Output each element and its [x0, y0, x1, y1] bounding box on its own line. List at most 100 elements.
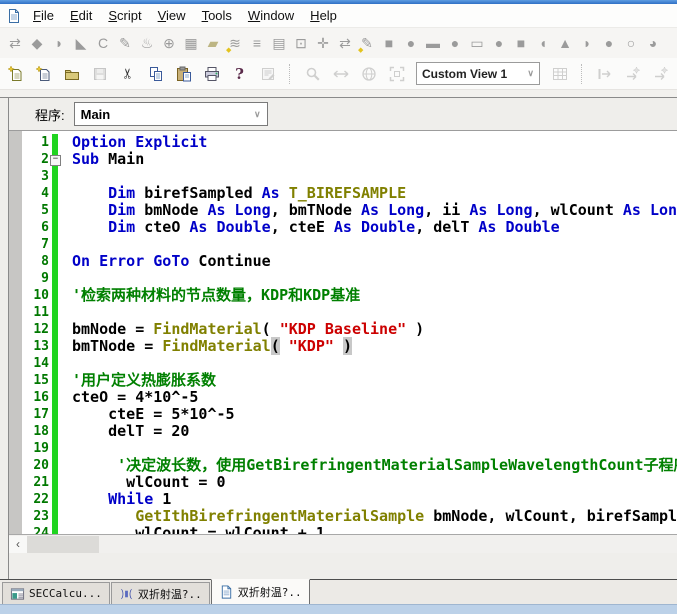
code-line[interactable]: 22 While 1: [22, 491, 677, 508]
source-icon[interactable]: ♨: [136, 31, 158, 55]
menu-tools[interactable]: Tools: [194, 6, 240, 25]
print-button[interactable]: [203, 65, 220, 82]
code-editor[interactable]: 1Option Explicit2−Sub Main34 Dim birefSa…: [9, 130, 677, 534]
copy-button[interactable]: [147, 65, 164, 82]
layers-icon[interactable]: ≡: [246, 31, 268, 55]
ellipsoid-icon[interactable]: ●: [444, 31, 466, 55]
document-tabbar: SECCalcu...双折射温?..双折射温?..: [0, 579, 677, 604]
wheel-icon[interactable]: ⊕: [158, 31, 180, 55]
change-bar: [52, 372, 59, 389]
lens-half-icon[interactable]: ◗: [48, 31, 70, 55]
code-line[interactable]: 16cteO = 4*10^-5: [22, 389, 677, 406]
code-text: [59, 440, 72, 457]
code-line[interactable]: 13bmTNode = FindMaterial( "KDP" ): [22, 338, 677, 355]
code-line[interactable]: 17 cteE = 5*10^-5: [22, 406, 677, 423]
capsule-icon[interactable]: ●: [598, 31, 620, 55]
fold-collapse-icon[interactable]: −: [50, 155, 61, 166]
waves-icon[interactable]: ≋◆: [224, 31, 246, 55]
edit-form-button[interactable]: [259, 65, 276, 82]
save-button[interactable]: [91, 65, 108, 82]
code-line[interactable]: 23 GetIthBirefringentMaterialSample bmNo…: [22, 508, 677, 525]
code-line[interactable]: 9: [22, 270, 677, 287]
menu-file[interactable]: File: [25, 6, 62, 25]
change-bar: [52, 304, 59, 321]
expand-view-button[interactable]: [388, 65, 405, 82]
code-line[interactable]: 8On Error GoTo Continue: [22, 253, 677, 270]
code-line[interactable]: 14: [22, 355, 677, 372]
menu-help[interactable]: Help: [302, 6, 345, 25]
tab-1[interactable]: SECCalcu...: [2, 582, 110, 604]
bar-icon[interactable]: ▬: [422, 31, 444, 55]
notes-icon[interactable]: ▤: [268, 31, 290, 55]
run-to-new2-button[interactable]: [652, 65, 669, 82]
plate-icon[interactable]: ▭: [466, 31, 488, 55]
ellipse-icon[interactable]: ●: [488, 31, 510, 55]
code-line[interactable]: 15'用户定义热膨胀系数: [22, 372, 677, 389]
horizontal-scrollbar[interactable]: ‹: [9, 534, 677, 553]
code-line[interactable]: 24 wlCount = wlCount + 1: [22, 525, 677, 534]
code-line[interactable]: 10'检索两种材料的节点数量，KDP和KDP基准: [22, 287, 677, 304]
plot-icon[interactable]: ⊡: [290, 31, 312, 55]
prism-icon[interactable]: ◣: [70, 31, 92, 55]
code-line[interactable]: 3: [22, 168, 677, 185]
trace-rays-icon[interactable]: ⇄: [4, 31, 26, 55]
menu-edit[interactable]: Edit: [62, 6, 100, 25]
cut-button[interactable]: ✂: [119, 65, 136, 82]
custom-view-combo[interactable]: Custom View 1∨: [416, 62, 540, 85]
code-text: '用户定义热膨胀系数: [59, 372, 216, 389]
globe-button[interactable]: [360, 65, 377, 82]
move-icon[interactable]: ✛: [312, 31, 334, 55]
breakpoint-margin[interactable]: [9, 131, 22, 534]
new-report-button[interactable]: [7, 65, 24, 82]
tab-3[interactable]: 双折射温?..: [211, 579, 310, 604]
menu-view[interactable]: View: [150, 6, 194, 25]
fit-width-button[interactable]: [332, 65, 349, 82]
curve-icon[interactable]: C: [92, 31, 114, 55]
code-line[interactable]: 12bmNode = FindMaterial( "KDP Baseline" …: [22, 321, 677, 338]
change-bar: [52, 491, 59, 508]
menu-window[interactable]: Window: [240, 6, 302, 25]
code-line[interactable]: 1Option Explicit: [22, 134, 677, 151]
slab-icon[interactable]: ▰: [202, 31, 224, 55]
change-bar: [52, 219, 59, 236]
cube-icon[interactable]: ■: [510, 31, 532, 55]
help-button[interactable]: ?: [231, 65, 248, 82]
program-combo-value: Main: [81, 107, 111, 122]
program-combo[interactable]: Main ∨: [74, 102, 268, 126]
swap-icon[interactable]: ⇄: [334, 31, 356, 55]
code-line[interactable]: 19: [22, 440, 677, 457]
code-line[interactable]: 20 '决定波长数，使用GetBirefringentMaterialSampl…: [22, 457, 677, 474]
tab-2[interactable]: 双折射温?..: [111, 582, 210, 604]
code-line[interactable]: 6 Dim cteO As Double, cteE As Double, de…: [22, 219, 677, 236]
run-to-new-button[interactable]: [624, 65, 641, 82]
code-text: [59, 304, 72, 321]
grating-icon[interactable]: ▦: [180, 31, 202, 55]
cone-icon[interactable]: ▲: [554, 31, 576, 55]
sphere-icon[interactable]: ●: [400, 31, 422, 55]
rod-icon[interactable]: ◗: [576, 31, 598, 55]
scroll-left-icon[interactable]: ‹: [9, 536, 27, 553]
block-icon[interactable]: ■: [378, 31, 400, 55]
menu-script[interactable]: Script: [100, 6, 149, 25]
code-line[interactable]: 4 Dim birefSampled As T_BIREFSAMPLE: [22, 185, 677, 202]
code-area[interactable]: 1Option Explicit2−Sub Main34 Dim birefSa…: [22, 131, 677, 534]
code-line[interactable]: 2−Sub Main: [22, 151, 677, 168]
code-line[interactable]: 11: [22, 304, 677, 321]
code-line[interactable]: 7: [22, 236, 677, 253]
code-line[interactable]: 21 wlCount = 0: [22, 474, 677, 491]
paste-button[interactable]: [175, 65, 192, 82]
half-ellipse-icon[interactable]: ◖: [532, 31, 554, 55]
ring-icon[interactable]: ◕: [642, 31, 664, 55]
scrollbar-thumb[interactable]: [27, 536, 99, 553]
lens-biconvex-icon[interactable]: ◆: [26, 31, 48, 55]
pen-icon[interactable]: ✎◆: [356, 31, 378, 55]
code-line[interactable]: 5 Dim bmNode As Long, bmTNode As Long, i…: [22, 202, 677, 219]
delete-view-button[interactable]: [551, 65, 568, 82]
zoom-button[interactable]: [304, 65, 321, 82]
code-line[interactable]: 18 delT = 20: [22, 423, 677, 440]
goto-line-button[interactable]: [596, 65, 613, 82]
new-script-button[interactable]: [35, 65, 52, 82]
wedge-icon[interactable]: ✎: [114, 31, 136, 55]
tube-icon[interactable]: ○: [620, 31, 642, 55]
open-button[interactable]: [63, 65, 80, 82]
